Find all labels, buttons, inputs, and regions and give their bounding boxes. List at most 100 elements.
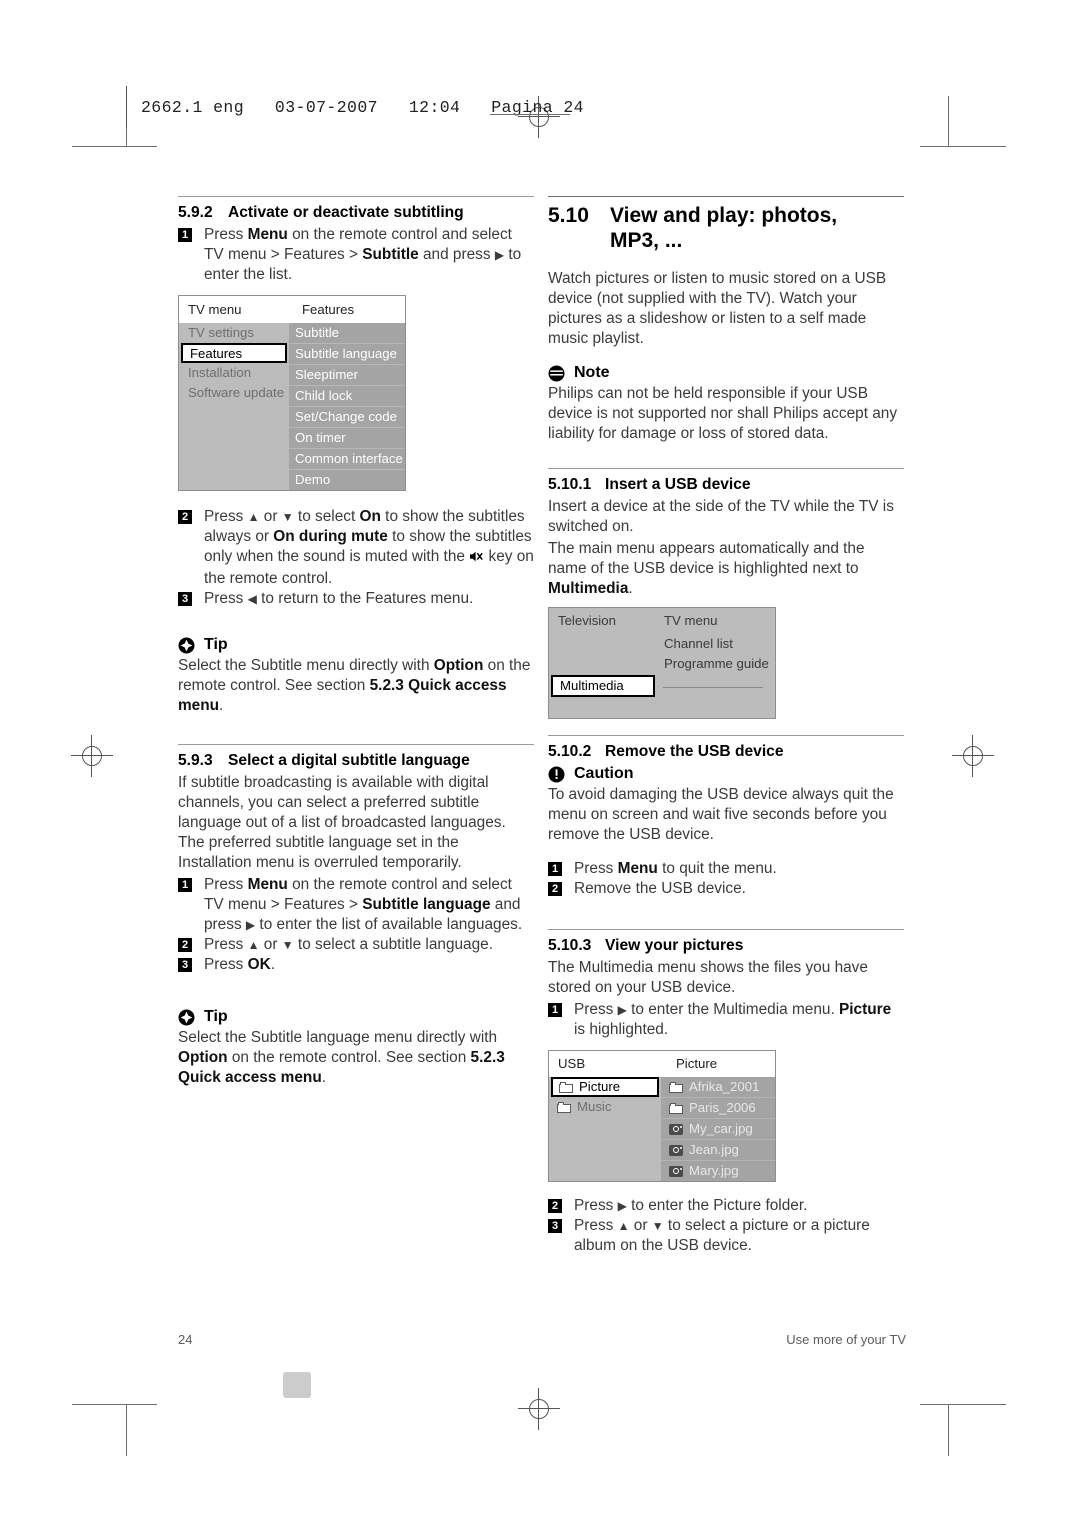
heading-5-9-3-title: Select a digital subtitle language [228,752,470,769]
note-callout-heading: Note [548,363,904,383]
osd-features-right-list: Subtitle Subtitle language Sleeptimer Ch… [289,323,405,490]
osd-item-demo[interactable]: Demo [289,469,405,490]
osd-main-item-programme-guide[interactable]: Programme guide [664,654,775,674]
osd-item-common-interface[interactable]: Common interface [289,448,405,469]
prepress-header-underline [490,114,570,115]
step-number: 2 [548,1199,562,1213]
divider-5103 [548,929,904,930]
crop-mark-top-right-horizontal [920,146,1006,147]
osd-item-child-lock[interactable]: Child lock [289,385,405,406]
steps-593: 1 Press Menu on the remote control and s… [178,875,534,975]
osd-main-row: Channel list [549,634,775,654]
step-item: 2 Press ▲ or ▼ to select a subtitle lang… [178,935,534,955]
crop-mark-bottom-right-vertical [948,1404,949,1456]
heading-5-10: 5.10 View and play: photos, MP3, ... [548,203,904,253]
osd-item-software-update[interactable]: Software update [179,383,289,403]
tip-icon [178,1009,195,1026]
step-item: 2 Press ▲ or ▼ to select On to show the … [178,507,534,589]
step-item: 3 Press OK. [178,955,534,975]
heading-5-10-3-number: 5.10.3 [548,937,592,954]
osd-usb-file-afrika[interactable]: Afrika_2001 [661,1077,775,1097]
steps-592: 1 Press Menu on the remote control and s… [178,225,534,285]
prepress-header: 2662.1 eng 03-07-2007 12:04 Pagina 24 [126,86,584,128]
step-number: 1 [178,228,192,242]
tip-callout-heading-1: Tip [178,635,534,655]
osd-item-empty [179,403,289,423]
divider-593 [178,744,534,745]
step-item: 2 Press ▶ to enter the Picture folder. [548,1196,904,1216]
osd-item-features-selected[interactable]: Features [181,343,287,363]
steps-592-after: 2 Press ▲ or ▼ to select On to show the … [178,507,534,609]
paragraph-5101-b: The main menu appears automatically and … [548,540,865,597]
crop-mark-top-left-horizontal [72,146,157,147]
step-number: 2 [548,882,562,896]
caution-label: Caution [574,765,634,782]
registration-mark-bottom-center [518,1388,560,1430]
osd-item-subtitle-language[interactable]: Subtitle language [289,343,405,364]
osd-item-subtitle[interactable]: Subtitle [289,323,405,343]
osd-usb-item-picture-selected[interactable]: Picture [551,1077,659,1097]
crop-mark-bottom-left-horizontal [72,1404,157,1405]
osd-item-on-timer[interactable]: On timer [289,427,405,448]
step-number: 3 [548,1219,562,1233]
crop-mark-bottom-left-vertical [126,1404,127,1456]
osd-usb-item-music[interactable]: Music [549,1097,661,1117]
intro-510: Watch pictures or listen to music stored… [548,270,887,347]
intro-5103: The Multimedia menu shows the files you … [548,959,868,996]
heading-5-10-3: 5.10.3 View your pictures [548,936,904,956]
osd-features-header-left: TV menu [188,301,242,317]
osd-usb-file-jean[interactable]: Jean.jpg [661,1139,775,1160]
osd-item-sleeptimer[interactable]: Sleeptimer [289,364,405,385]
osd-usb-file-label: Paris_2006 [689,1100,756,1115]
heading-5-10-2-number: 5.10.2 [548,743,592,760]
step-item: 1 Press Menu on the remote control and s… [178,875,534,935]
divider-5101 [548,468,904,469]
osd-usb-file-my-car[interactable]: My_car.jpg [661,1118,775,1139]
camera-icon [669,1165,683,1177]
osd-usb-header-left: USB [558,1056,586,1071]
folder-icon [557,1101,571,1113]
left-column: 5.9.2 Activate or deactivate subtitling 1… [178,196,534,1102]
osd-main-item-channel-list[interactable]: Channel list [664,634,775,654]
folder-icon [669,1081,683,1093]
osd-item-installation[interactable]: Installation [179,363,289,383]
heading-5-10-title-line1: View and play: photos, [610,204,838,227]
heading-5-9-3: 5.9.3 Select a digital subtitle language [178,751,534,771]
step-item: 2 Remove the USB device. [548,879,904,899]
heading-5-10-1-title: Insert a USB device [605,476,751,493]
caution-callout-heading: Caution [548,764,904,784]
divider-510 [548,196,904,197]
step-item: 3 Press ◀ to return to the Features menu… [178,589,534,609]
step-item: 1 Press Menu to quit the menu. [548,859,904,879]
intro-593: If subtitle broadcasting is available wi… [178,774,506,871]
folder-icon [669,1102,683,1114]
step-number: 1 [178,878,192,892]
osd-main-item-tv-menu[interactable]: TV menu [664,608,775,634]
osd-usb-left-list: Picture Music [549,1077,661,1181]
tip-callout-heading-2: Tip [178,1007,534,1027]
osd-usb-file-label: Jean.jpg [689,1142,739,1157]
step-number: 3 [178,958,192,972]
heading-5-10-number: 5.10 [548,204,589,227]
caution-icon [548,766,565,783]
osd-usb-item-empty [549,1137,661,1157]
heading-5-10-1-number: 5.10.1 [548,476,592,493]
tip-label-1: Tip [204,636,228,653]
osd-main-spacer [549,634,664,654]
page-footer: 24 Use more of your TV [178,1332,906,1347]
osd-item-set-change-code[interactable]: Set/Change code [289,406,405,427]
osd-usb-file-label: Afrika_2001 [689,1079,760,1094]
crop-mark-top-right-vertical [948,96,949,146]
camera-icon [669,1144,683,1156]
osd-usb-file-paris[interactable]: Paris_2006 [661,1097,775,1118]
step-item: 3 Press ▲ or ▼ to select a picture or a … [548,1216,904,1256]
caution-text: To avoid damaging the USB device always … [548,786,894,843]
osd-item-tv-settings[interactable]: TV settings [179,323,289,343]
osd-usb-item-label: Music [577,1099,612,1114]
step-item: 1 Press Menu on the remote control and s… [178,225,534,285]
note-icon [548,365,565,382]
heading-5-10-1: 5.10.1 Insert a USB device [548,475,904,495]
osd-usb-file-mary[interactable]: Mary.jpg [661,1160,775,1181]
tip-label-2: Tip [204,1008,228,1025]
osd-main-item-multimedia-selected[interactable]: Multimedia [551,675,655,697]
